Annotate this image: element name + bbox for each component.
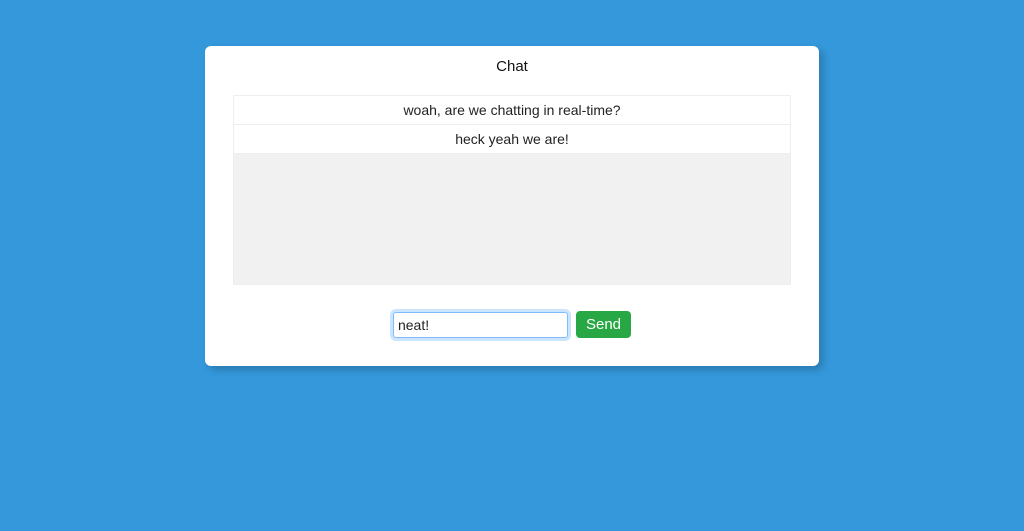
input-row: Send	[233, 311, 791, 338]
messages-area: woah, are we chatting in real-time? heck…	[233, 95, 791, 285]
chat-title: Chat	[233, 58, 791, 75]
message-input[interactable]	[393, 312, 568, 338]
chat-panel: Chat woah, are we chatting in real-time?…	[205, 46, 819, 366]
message-row: woah, are we chatting in real-time?	[234, 96, 790, 125]
send-button[interactable]: Send	[576, 311, 631, 338]
message-row: heck yeah we are!	[234, 125, 790, 154]
